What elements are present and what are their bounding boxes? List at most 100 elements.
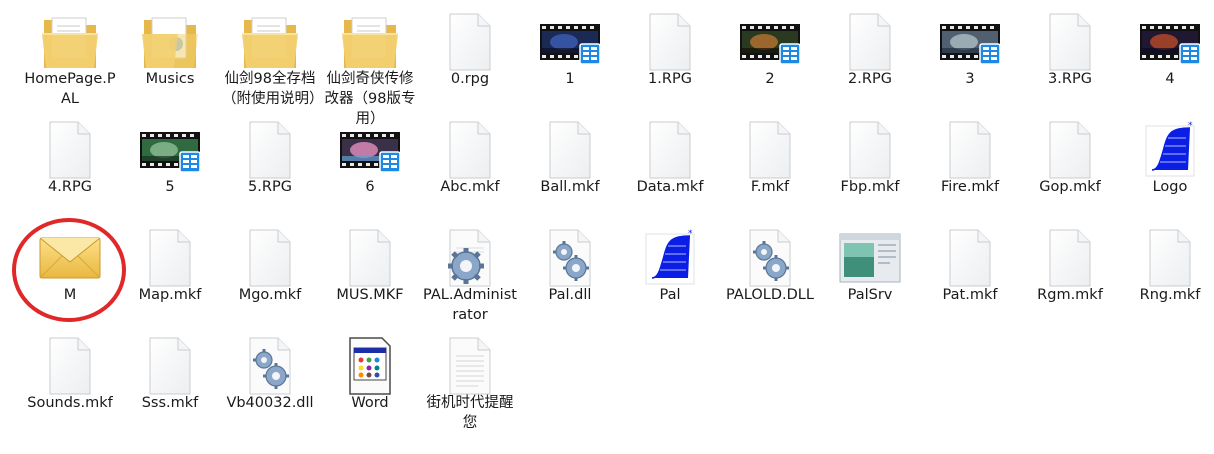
- file-item[interactable]: HomePage.PAL: [20, 6, 120, 114]
- file-item[interactable]: Fbp.mkf: [820, 114, 920, 222]
- blank-file-icon: [338, 226, 402, 290]
- text-file-icon: [438, 334, 502, 398]
- blank-file-icon: [438, 118, 502, 182]
- file-item[interactable]: Musics: [120, 6, 220, 114]
- file-name-label: HomePage.PAL: [24, 71, 116, 107]
- file-item[interactable]: Word: [320, 330, 420, 438]
- file-grid: HomePage.PAL Musics 仙剑98全存档（附使用说明） 仙剑奇侠传…: [20, 6, 1214, 454]
- file-name-label: 3.RPG: [1048, 71, 1092, 87]
- blank-file-icon: [638, 118, 702, 182]
- file-item[interactable]: Sounds.mkf: [20, 330, 120, 438]
- blank-file-icon: [38, 334, 102, 398]
- blank-file-icon: [138, 334, 202, 398]
- file-name-label: 4: [1165, 71, 1175, 87]
- file-item[interactable]: M: [20, 222, 120, 330]
- file-item[interactable]: Abc.mkf: [420, 114, 520, 222]
- file-name-label: Sss.mkf: [141, 395, 199, 411]
- file-item[interactable]: 2.RPG: [820, 6, 920, 114]
- dll-file-icon: [238, 334, 302, 398]
- folder-music-icon: [138, 10, 202, 74]
- blank-file-icon: [738, 118, 802, 182]
- svg-text:*: *: [688, 229, 693, 239]
- file-item[interactable]: F.mkf: [720, 114, 820, 222]
- word-exe-icon: [338, 334, 402, 398]
- envelope-icon: [38, 226, 102, 290]
- blank-file-icon: [838, 118, 902, 182]
- blank-file-icon: [438, 10, 502, 74]
- dll-file-icon: [538, 226, 602, 290]
- file-item[interactable]: 4: [1120, 6, 1214, 114]
- blank-file-icon: [838, 10, 902, 74]
- file-name-label: Map.mkf: [138, 287, 202, 303]
- file-item[interactable]: * Pal: [620, 222, 720, 330]
- folder-doc-icon: [338, 10, 402, 74]
- file-name-label: 0.rpg: [450, 71, 490, 87]
- file-name-label: PAL.Administrator: [423, 287, 517, 323]
- folder-doc-icon: [38, 10, 102, 74]
- blank-file-icon: [138, 226, 202, 290]
- file-item[interactable]: Gop.mkf: [1020, 114, 1120, 222]
- file-name-label: Logo: [1152, 179, 1188, 195]
- file-name-label: Pal.dll: [548, 287, 592, 303]
- file-item[interactable]: Rng.mkf: [1120, 222, 1214, 330]
- file-name-label: Ball.mkf: [540, 179, 600, 195]
- video-file-icon: [338, 118, 402, 182]
- file-item[interactable]: 4.RPG: [20, 114, 120, 222]
- file-name-label: Abc.mkf: [440, 179, 500, 195]
- file-item[interactable]: PAL.Administrator: [420, 222, 520, 330]
- video-file-icon: [538, 10, 602, 74]
- file-item[interactable]: PalSrv: [820, 222, 920, 330]
- file-name-label: Pat.mkf: [942, 287, 998, 303]
- file-name-label: 4.RPG: [48, 179, 92, 195]
- file-item[interactable]: MUS.MKF: [320, 222, 420, 330]
- file-item[interactable]: Fire.mkf: [920, 114, 1020, 222]
- file-item[interactable]: Pat.mkf: [920, 222, 1020, 330]
- file-item[interactable]: 仙剑奇侠传修改器（98版专用）: [320, 6, 420, 127]
- file-item[interactable]: * Logo: [1120, 114, 1214, 222]
- file-item[interactable]: 街机时代提醒您: [420, 330, 520, 438]
- blank-file-icon: [938, 226, 1002, 290]
- file-item[interactable]: 3: [920, 6, 1020, 114]
- blank-file-icon: [238, 118, 302, 182]
- file-name-label: 1: [565, 71, 575, 87]
- file-name-label: 6: [365, 179, 375, 195]
- video-file-icon: [738, 10, 802, 74]
- file-item[interactable]: PALOLD.DLL: [720, 222, 820, 330]
- file-item[interactable]: 0.rpg: [420, 6, 520, 114]
- file-item[interactable]: 5: [120, 114, 220, 222]
- file-item[interactable]: Pal.dll: [520, 222, 620, 330]
- file-item[interactable]: Rgm.mkf: [1020, 222, 1120, 330]
- file-item[interactable]: 1: [520, 6, 620, 114]
- folder-doc-icon: [238, 10, 302, 74]
- file-name-label: Vb40032.dll: [226, 395, 314, 411]
- file-item[interactable]: 1.RPG: [620, 6, 720, 114]
- file-name-label: Sounds.mkf: [27, 395, 113, 411]
- file-item[interactable]: 仙剑98全存档（附使用说明）: [220, 6, 324, 114]
- file-item[interactable]: Map.mkf: [120, 222, 220, 330]
- file-name-label: 3: [965, 71, 975, 87]
- file-item[interactable]: 5.RPG: [220, 114, 320, 222]
- pal-logo-icon: *: [1138, 118, 1202, 182]
- file-item[interactable]: Ball.mkf: [520, 114, 620, 222]
- video-file-icon: [138, 118, 202, 182]
- blank-file-icon: [1038, 226, 1102, 290]
- file-name-label: Mgo.mkf: [238, 287, 302, 303]
- blank-file-icon: [238, 226, 302, 290]
- file-name-label: Fbp.mkf: [840, 179, 900, 195]
- file-name-label: 街机时代提醒您: [426, 395, 514, 431]
- file-name-label: PalSrv: [847, 287, 893, 303]
- file-name-label: 2.RPG: [848, 71, 892, 87]
- file-item[interactable]: Data.mkf: [620, 114, 720, 222]
- file-name-label: 1.RPG: [648, 71, 692, 87]
- file-item[interactable]: 3.RPG: [1020, 6, 1120, 114]
- file-item[interactable]: Mgo.mkf: [220, 222, 320, 330]
- blank-file-icon: [38, 118, 102, 182]
- file-name-label: Word: [351, 395, 389, 411]
- file-item[interactable]: 2: [720, 6, 820, 114]
- file-item[interactable]: Vb40032.dll: [220, 330, 320, 438]
- file-item[interactable]: 6: [320, 114, 420, 222]
- dll-file-icon: [738, 226, 802, 290]
- file-item[interactable]: Sss.mkf: [120, 330, 220, 438]
- file-name-label: 5.RPG: [248, 179, 292, 195]
- gear-file-icon: [438, 226, 502, 290]
